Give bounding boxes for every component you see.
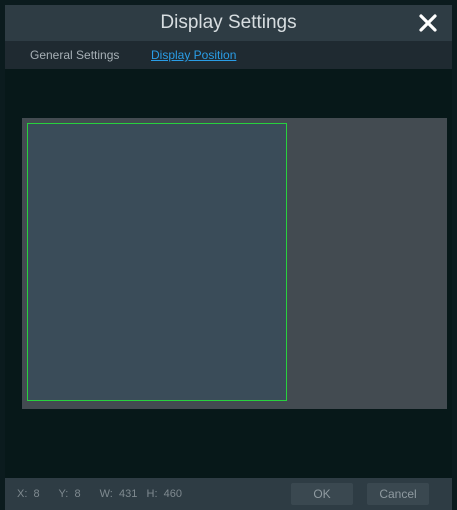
cancel-button[interactable]: Cancel — [367, 483, 429, 505]
tab-general-settings[interactable]: General Settings — [30, 41, 119, 69]
h-value: 460 — [163, 488, 183, 500]
x-value: 8 — [33, 488, 40, 500]
w-label: W: — [99, 488, 113, 500]
dialog-title: Display Settings — [160, 12, 297, 33]
y-value: 8 — [74, 488, 81, 500]
x-label: X: — [17, 488, 28, 500]
footer-bar: X: 8 Y: 8 W: 431 H: 460 OK Cancel — [5, 478, 452, 510]
w-value: 431 — [119, 488, 138, 500]
display-position-panel — [5, 69, 452, 478]
tab-display-position[interactable]: Display Position — [151, 41, 236, 69]
y-label: Y: — [58, 488, 69, 500]
display-position-rectangle[interactable] — [27, 123, 287, 401]
tab-bar: General Settings Display Position — [5, 41, 452, 69]
display-settings-dialog: Display Settings General Settings Displa… — [0, 0, 457, 510]
position-readout: X: 8 Y: 8 W: 431 H: 460 — [17, 478, 182, 510]
ok-button[interactable]: OK — [291, 483, 353, 505]
close-icon[interactable] — [416, 11, 440, 35]
screen-preview-area — [22, 118, 447, 409]
title-bar: Display Settings — [5, 5, 452, 41]
h-label: H: — [146, 488, 158, 500]
